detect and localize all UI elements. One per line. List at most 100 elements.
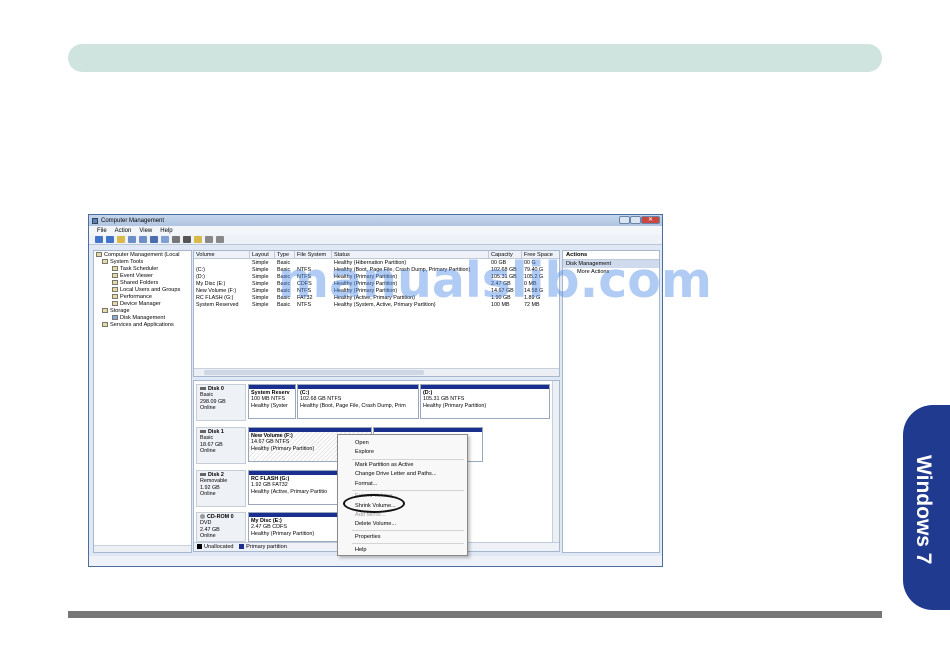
volume-row-name[interactable]: RC FLASH (G:) bbox=[194, 295, 250, 302]
show-hide-tree-icon[interactable] bbox=[128, 236, 136, 243]
menu-item-properties[interactable]: Properties bbox=[355, 534, 381, 540]
actions-section-disk-management[interactable]: Disk Management bbox=[563, 260, 659, 268]
section-tab: Windows 7 bbox=[903, 405, 950, 610]
menu-item-format[interactable]: Format... bbox=[355, 481, 377, 487]
navigation-tree: Computer Management (Local System Tools … bbox=[93, 250, 192, 553]
performance-icon bbox=[112, 294, 118, 300]
menu-action[interactable]: Action bbox=[115, 228, 132, 234]
settings-icon[interactable] bbox=[216, 236, 224, 243]
tree-item-event-viewer[interactable]: Event Viewer bbox=[112, 273, 153, 280]
volume-row-cell: NTFS bbox=[297, 288, 312, 294]
status-bar bbox=[89, 556, 662, 566]
forward-icon[interactable] bbox=[106, 236, 114, 243]
cdrom-0-label[interactable]: CD-ROM 0 DVD 2.47 GB Online bbox=[196, 512, 246, 542]
disk-2-label[interactable]: Disk 2 Removable 1.92 GB Online bbox=[196, 470, 246, 507]
volume-list: Volume Layout Type File System Status Ca… bbox=[193, 250, 560, 377]
menu-item-help[interactable]: Help bbox=[355, 547, 367, 553]
device-icon bbox=[112, 301, 118, 307]
volume-row-cell: Simple bbox=[252, 302, 269, 308]
tree-horizontal-scrollbar[interactable] bbox=[94, 545, 191, 552]
actions-title: Actions bbox=[563, 251, 659, 260]
menu-view[interactable]: View bbox=[139, 228, 152, 234]
volume-row-cell: Healthy (Primary Partition) bbox=[334, 288, 398, 294]
column-header-status[interactable]: Status bbox=[332, 251, 489, 259]
menu-help[interactable]: Help bbox=[160, 228, 172, 234]
tree-item-local-users[interactable]: Local Users and Groups bbox=[112, 287, 180, 294]
menu-item-delete-volume[interactable]: Delete Volume... bbox=[355, 521, 396, 527]
column-header-free-space[interactable]: Free Space bbox=[522, 251, 559, 259]
menu-separator bbox=[352, 459, 464, 460]
refresh-icon[interactable] bbox=[161, 236, 169, 243]
open-folder-icon[interactable] bbox=[194, 236, 202, 243]
tree-item-performance[interactable]: Performance bbox=[112, 294, 152, 301]
tree-item-disk-management[interactable]: Disk Management bbox=[112, 315, 165, 322]
column-header-volume[interactable]: Volume bbox=[194, 251, 250, 259]
back-icon[interactable] bbox=[95, 236, 103, 243]
disk-1-label[interactable]: Disk 1 Basic 18.67 GB Online bbox=[196, 427, 246, 464]
volume-row-cell: Basic bbox=[277, 295, 291, 301]
volume-row-cell: Simple bbox=[252, 288, 269, 294]
volume-row-cell: 102.68 GB bbox=[491, 267, 517, 273]
tree-item-system-tools[interactable]: System Tools bbox=[102, 259, 143, 266]
menu-item-open[interactable]: Open bbox=[355, 440, 369, 446]
volume-row-cell: 105.31 GB bbox=[491, 274, 517, 280]
menu-item-change-drive-letter[interactable]: Change Drive Letter and Paths... bbox=[355, 471, 436, 477]
tree-item-storage[interactable]: Storage bbox=[102, 308, 130, 315]
properties-icon[interactable] bbox=[139, 236, 147, 243]
help-icon[interactable] bbox=[150, 236, 158, 243]
minimize-button[interactable] bbox=[619, 216, 630, 224]
volume-row-cell: Healthy (Primary Partition) bbox=[334, 274, 398, 280]
volume-row-cell: Simple bbox=[252, 281, 269, 287]
up-folder-icon[interactable] bbox=[117, 236, 125, 243]
maximize-button[interactable] bbox=[630, 216, 641, 224]
volume-row-name[interactable]: System Reserved bbox=[194, 302, 250, 309]
volume-row-cell: FAT32 bbox=[297, 295, 313, 301]
connect-icon[interactable] bbox=[183, 236, 191, 243]
volume-row-name[interactable]: (C:) bbox=[194, 267, 250, 274]
volume-row-cell: Healthy (Primary Partition) bbox=[334, 281, 398, 287]
column-header-layout[interactable]: Layout bbox=[250, 251, 275, 259]
partition-system-reserved[interactable]: System Reserv 100 MB NTFS Healthy (Syste… bbox=[248, 384, 296, 419]
users-icon bbox=[112, 287, 118, 293]
menu-separator bbox=[352, 490, 464, 491]
volume-row-name[interactable]: New Volume (F:) bbox=[194, 288, 250, 295]
volume-row-cell: 79.40 G bbox=[524, 267, 544, 273]
volume-row-cell: 72 MB bbox=[524, 302, 540, 308]
volume-row-cell: Healthy (System, Active, Primary Partiti… bbox=[334, 302, 436, 308]
menu-item-mark-active[interactable]: Mark Partition as Active bbox=[355, 462, 413, 468]
storage-icon bbox=[102, 308, 108, 314]
tree-item-shared-folders[interactable]: Shared Folders bbox=[112, 280, 158, 287]
services-icon bbox=[102, 322, 108, 328]
disk-vertical-scrollbar[interactable] bbox=[552, 381, 559, 543]
volume-row-cell: 00 GB bbox=[491, 260, 507, 266]
menu-separator bbox=[352, 543, 464, 544]
search-icon[interactable] bbox=[205, 236, 213, 243]
close-button[interactable]: ✕ bbox=[641, 216, 660, 224]
tree-item-device-manager[interactable]: Device Manager bbox=[112, 301, 161, 308]
volume-row-name[interactable]: (D:) bbox=[194, 274, 250, 281]
volume-row-cell: 100 MB bbox=[491, 302, 510, 308]
delete-icon[interactable] bbox=[172, 236, 180, 243]
page-footer-rule bbox=[68, 611, 882, 618]
volume-row-cell: NTFS bbox=[297, 267, 312, 273]
more-actions-link[interactable]: More Actions bbox=[563, 268, 659, 276]
disk-icon bbox=[200, 430, 206, 434]
menu-item-explore[interactable]: Explore bbox=[355, 449, 374, 455]
window-title: Computer Management bbox=[101, 217, 165, 224]
menu-file[interactable]: File bbox=[97, 228, 107, 234]
volume-row-cell: 0 MB bbox=[524, 281, 537, 287]
scrollbar-thumb[interactable] bbox=[204, 370, 424, 375]
tree-item-computer-management[interactable]: Computer Management (Local bbox=[96, 252, 180, 259]
volume-row-cell: 2.47 GB bbox=[491, 281, 511, 287]
partition-d[interactable]: (D:) 105.31 GB NTFS Healthy (Primary Par… bbox=[420, 384, 550, 419]
column-header-file-system[interactable]: File System bbox=[295, 251, 332, 259]
volume-row-name[interactable]: My Disc (E:) bbox=[194, 281, 250, 288]
column-header-capacity[interactable]: Capacity bbox=[489, 251, 522, 259]
tree-item-task-scheduler[interactable]: Task Scheduler bbox=[112, 266, 158, 273]
volume-horizontal-scrollbar[interactable] bbox=[194, 368, 559, 376]
folder-icon bbox=[112, 280, 118, 286]
column-header-type[interactable]: Type bbox=[275, 251, 295, 259]
partition-c[interactable]: (C:) 102.68 GB NTFS Healthy (Boot, Page … bbox=[297, 384, 419, 419]
tree-item-services-applications[interactable]: Services and Applications bbox=[102, 322, 174, 329]
disk-0-label[interactable]: Disk 0 Basic 298.09 GB Online bbox=[196, 384, 246, 421]
